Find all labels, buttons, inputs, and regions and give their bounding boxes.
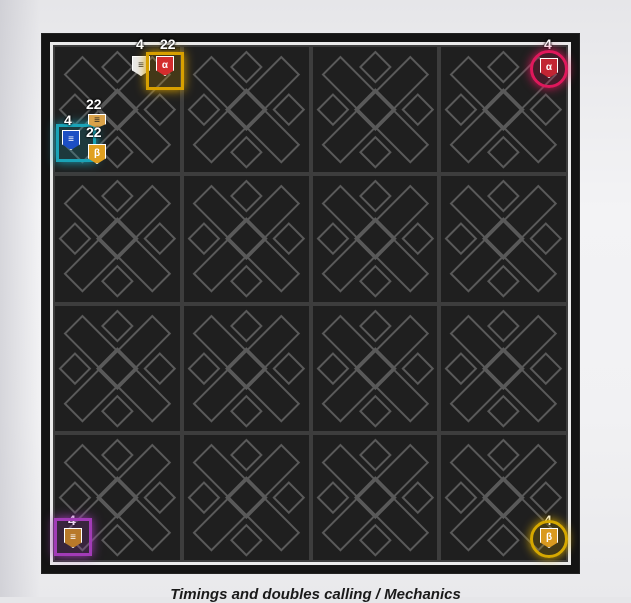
board-tile[interactable] — [439, 303, 568, 433]
tile-pattern — [187, 179, 305, 298]
marker-count: 4 — [136, 36, 144, 52]
marker-count: 22 — [160, 36, 176, 52]
marker-count: 4 — [64, 112, 72, 128]
board-tile[interactable] — [181, 303, 311, 433]
marker-count: 22 — [86, 124, 102, 140]
tile-pattern — [58, 309, 177, 428]
board-tile[interactable] — [310, 432, 440, 562]
board-tile[interactable] — [310, 174, 440, 304]
tile-grid — [50, 42, 571, 565]
tile-pattern — [316, 438, 434, 557]
board-tile[interactable] — [181, 174, 311, 304]
tile-pattern — [444, 309, 563, 428]
tile-pattern — [316, 50, 434, 169]
board-tile[interactable] — [439, 174, 568, 304]
tile-pattern — [58, 179, 177, 298]
tile-pattern — [187, 438, 305, 557]
board-tile[interactable] — [310, 303, 440, 433]
tile-pattern — [316, 179, 434, 298]
board-tile[interactable] — [310, 45, 440, 175]
marker-count: 22 — [86, 96, 102, 112]
board-tile[interactable] — [181, 432, 311, 562]
board-tile[interactable] — [53, 174, 182, 304]
board-tile[interactable] — [53, 303, 182, 433]
tile-pattern — [187, 309, 305, 428]
board-tile[interactable] — [181, 45, 311, 175]
tile-pattern — [316, 309, 434, 428]
tile-pattern — [187, 50, 305, 169]
game-board: 4 ≡ 22 α 4 ≡ 22 ≡ 22 β 4 α 4 ≡ 4 β — [41, 33, 580, 574]
caption: Timings and doubles calling / Mechanics — [170, 586, 461, 603]
background-vignette — [0, 0, 40, 597]
tile-pattern — [444, 179, 563, 298]
